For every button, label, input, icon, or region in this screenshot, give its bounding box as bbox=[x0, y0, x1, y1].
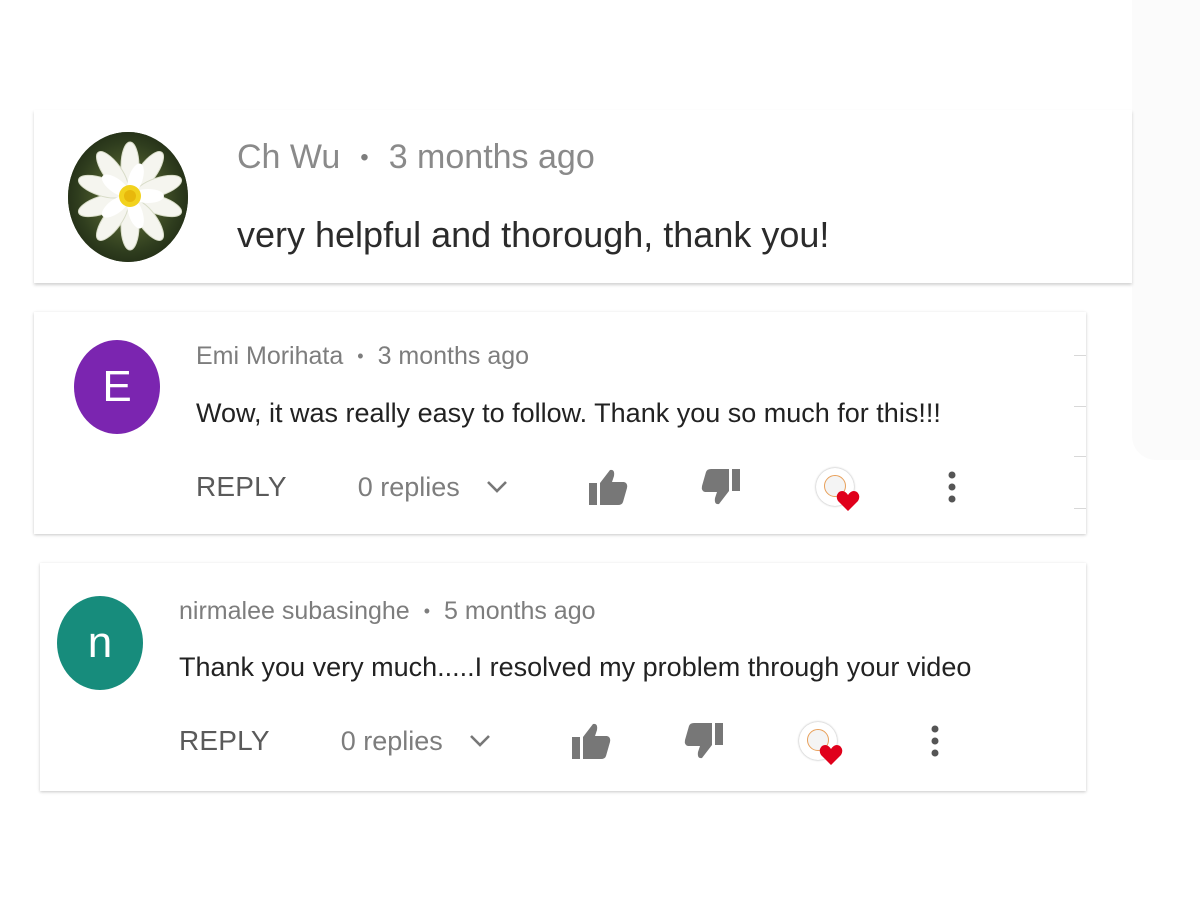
comment-meta: nirmalee subasinghe • 5 months ago bbox=[179, 597, 596, 626]
comment-time[interactable]: 3 months ago bbox=[378, 342, 530, 371]
creator-heart-badge bbox=[815, 468, 860, 511]
flower-avatar-image bbox=[68, 132, 188, 262]
replies-count: 0 replies bbox=[357, 471, 460, 502]
replies-toggle[interactable]: 0 replies bbox=[358, 472, 508, 503]
heart-icon bbox=[819, 745, 843, 765]
author-name[interactable]: nirmalee subasinghe bbox=[179, 597, 410, 626]
avatar-letter: n bbox=[87, 618, 113, 667]
author-name[interactable]: Ch Wu bbox=[237, 138, 340, 177]
comment-actions: REPLY 0 replies bbox=[196, 464, 956, 511]
heart-icon bbox=[836, 491, 860, 511]
meta-separator: • bbox=[357, 346, 364, 366]
comment-card: n nirmalee subasinghe • 5 months ago Tha… bbox=[40, 563, 1086, 791]
meta-separator: • bbox=[423, 601, 431, 621]
thumbs-up-icon[interactable] bbox=[571, 722, 611, 760]
comment-text: very helpful and thorough, thank you! bbox=[237, 214, 830, 255]
reply-button[interactable]: REPLY bbox=[179, 725, 270, 757]
replies-toggle[interactable]: 0 replies bbox=[341, 726, 491, 757]
comment-meta: Ch Wu • 3 months ago bbox=[237, 138, 595, 177]
avatar[interactable]: n bbox=[57, 596, 143, 690]
divider-tick bbox=[1074, 406, 1086, 407]
replies-count: 0 replies bbox=[340, 725, 443, 756]
meta-separator: • bbox=[360, 143, 369, 171]
comment-card: E Emi Morihata • 3 months ago Wow, it wa… bbox=[34, 312, 1086, 534]
comments-page: Ch Wu • 3 months ago very helpful and th… bbox=[0, 0, 1200, 900]
comment-time[interactable]: 3 months ago bbox=[389, 138, 595, 177]
comment-card: Ch Wu • 3 months ago very helpful and th… bbox=[34, 110, 1132, 283]
more-vertical-icon[interactable] bbox=[948, 470, 956, 504]
more-vertical-icon[interactable] bbox=[931, 724, 939, 758]
author-name[interactable]: Emi Morihata bbox=[196, 342, 343, 371]
comment-text: Thank you very much.....I resolved my pr… bbox=[179, 652, 972, 682]
comment-text: Wow, it was really easy to follow. Thank… bbox=[196, 398, 941, 428]
thumbs-down-icon[interactable] bbox=[684, 722, 724, 760]
avatar[interactable] bbox=[68, 132, 188, 262]
comment-time[interactable]: 5 months ago bbox=[444, 597, 596, 626]
comment-meta: Emi Morihata • 3 months ago bbox=[196, 342, 529, 371]
thumbs-up-icon[interactable] bbox=[588, 468, 628, 506]
chevron-down-icon bbox=[486, 480, 508, 494]
divider-tick bbox=[1074, 355, 1086, 356]
creator-heart-icon[interactable] bbox=[815, 468, 860, 511]
thumbs-down-icon[interactable] bbox=[701, 468, 741, 506]
side-panel-edge bbox=[1132, 0, 1200, 460]
divider-tick bbox=[1074, 508, 1086, 509]
reply-button[interactable]: REPLY bbox=[196, 471, 287, 503]
avatar-letter: E bbox=[102, 362, 132, 411]
chevron-down-icon bbox=[469, 734, 491, 748]
comment-actions: REPLY 0 replies bbox=[179, 718, 939, 765]
creator-heart-badge bbox=[798, 722, 843, 765]
creator-heart-icon[interactable] bbox=[798, 722, 843, 765]
avatar[interactable]: E bbox=[74, 340, 160, 434]
divider-tick bbox=[1074, 456, 1086, 457]
